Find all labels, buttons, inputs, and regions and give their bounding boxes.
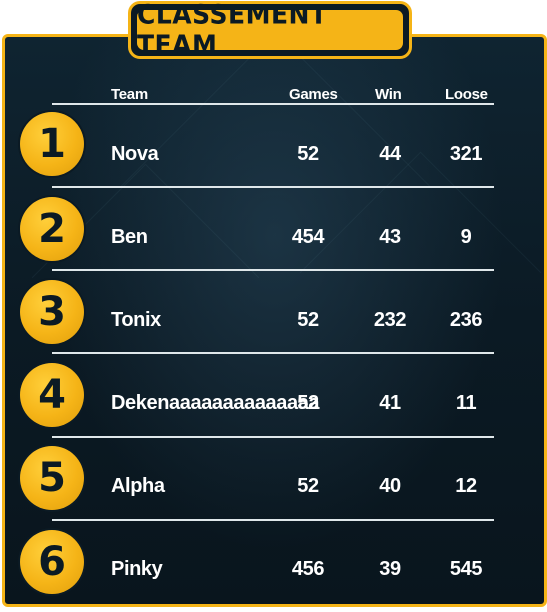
table-row: 2 Ben 454 43 9 — [0, 195, 547, 279]
header-divider — [52, 103, 494, 105]
title-banner: CLASSEMENT TEAM — [137, 0, 403, 60]
win-value: 232 — [373, 309, 407, 331]
games-value: 454 — [291, 226, 325, 248]
row-divider — [52, 436, 494, 438]
column-header-loose: Loose — [445, 86, 488, 103]
rank-number: 5 — [38, 455, 66, 501]
rank-badge: 2 — [20, 197, 84, 261]
table-row: 3 Tonix 52 232 236 — [0, 278, 547, 362]
table-row: 4 Dekenaaaaaaaaaaaaaa 52 41 11 — [0, 361, 547, 445]
table-row: 5 Alpha 52 40 12 — [0, 444, 547, 528]
loose-value: 236 — [449, 309, 483, 331]
team-name: Alpha — [111, 475, 165, 497]
row-divider — [52, 186, 494, 188]
row-divider — [52, 519, 494, 521]
loose-value: 11 — [455, 392, 477, 414]
table-row: 1 Nova 52 44 321 — [0, 112, 547, 196]
loose-value: 9 — [460, 226, 472, 248]
row-divider — [52, 269, 494, 271]
rank-number: 2 — [38, 206, 66, 252]
title-plate: CLASSEMENT TEAM — [128, 0, 412, 60]
rank-badge: 4 — [20, 363, 84, 427]
rank-badge: 6 — [20, 530, 84, 594]
win-value: 44 — [379, 143, 401, 165]
column-header-team: Team — [111, 86, 148, 103]
rank-number: 6 — [38, 539, 66, 585]
table-header: Team Games Win Loose — [0, 85, 547, 105]
column-header-games: Games — [289, 86, 338, 103]
win-value: 43 — [379, 226, 401, 248]
win-value: 41 — [379, 392, 401, 414]
games-value: 52 — [297, 143, 319, 165]
rank-badge: 1 — [20, 112, 84, 176]
games-value: 52 — [297, 309, 319, 331]
team-name: Pinky — [111, 558, 163, 580]
team-name: Tonix — [111, 309, 161, 331]
table-row: 6 Pinky 456 39 545 — [0, 528, 547, 612]
games-value: 52 — [297, 392, 319, 414]
team-name: Ben — [111, 226, 148, 248]
rank-number: 1 — [38, 121, 66, 167]
loose-value: 545 — [449, 558, 483, 580]
page-title: CLASSEMENT TEAM — [137, 0, 328, 61]
row-divider — [52, 352, 494, 354]
loose-value: 12 — [455, 475, 477, 497]
win-value: 40 — [379, 475, 401, 497]
rank-badge: 5 — [20, 446, 84, 510]
games-value: 456 — [291, 558, 325, 580]
win-value: 39 — [379, 558, 401, 580]
rank-number: 3 — [38, 289, 66, 335]
rank-number: 4 — [38, 372, 66, 418]
column-header-win: Win — [375, 86, 402, 103]
loose-value: 321 — [449, 143, 483, 165]
rank-badge: 3 — [20, 280, 84, 344]
games-value: 52 — [297, 475, 319, 497]
team-name: Nova — [111, 143, 159, 165]
